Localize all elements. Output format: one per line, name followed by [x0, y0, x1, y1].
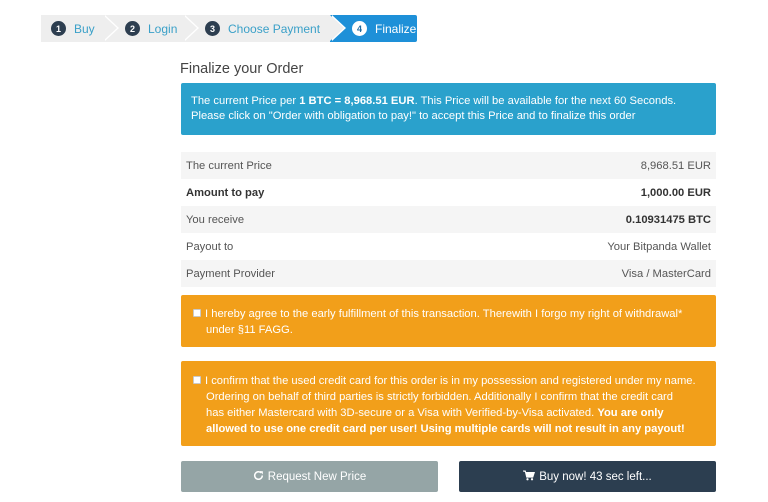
step-label: Finalize: [375, 21, 417, 36]
buy-now-button[interactable]: Buy now! 43 sec left...: [459, 461, 716, 492]
summary-label: Payout to: [186, 240, 234, 253]
withdrawal-agreement-box: I hereby agree to the early fulfillment …: [181, 295, 716, 347]
price-info-line2: Please click on "Order with obligation t…: [191, 110, 636, 122]
credit-card-confirmation-box: I confirm that the used credit card for …: [181, 361, 716, 446]
step-choose-payment[interactable]: 3 Choose Payment: [183, 15, 346, 42]
credit-card-confirmation-checkbox[interactable]: [193, 376, 201, 385]
summary-label: Payment Provider: [186, 267, 275, 280]
agreement-text-line: Ordering on behalf of third parties is s…: [206, 391, 673, 403]
order-summary-table: The current Price 8,968.51 EUR Amount to…: [181, 152, 716, 287]
summary-value: Visa / MasterCard: [621, 267, 711, 280]
summary-value: 0.10931475 BTC: [625, 213, 711, 226]
summary-row-payment-provider: Payment Provider Visa / MasterCard: [181, 260, 716, 287]
summary-label: Amount to pay: [186, 186, 265, 199]
price-info-box: The current Price per 1 BTC = 8,968.51 E…: [181, 83, 716, 135]
price-info-line1: The current Price per 1 BTC = 8,968.51 E…: [191, 95, 677, 107]
summary-row-amount-to-pay: Amount to pay 1,000.00 EUR: [181, 179, 716, 206]
step-number: 2: [125, 21, 140, 36]
summary-value: 8,968.51 EUR: [640, 159, 711, 172]
summary-label: You receive: [186, 213, 245, 226]
agreement-text-line: allowed to use one credit card per user!…: [206, 423, 685, 435]
step-label: Login: [148, 21, 178, 36]
agreement-text-line: I confirm that the used credit card for …: [205, 375, 696, 387]
checkout-steps: 1 Buy 2 Login 3 Choose Payment 4 Finaliz…: [41, 15, 417, 42]
agreement-text-line: I hereby agree to the early fulfillment …: [205, 308, 683, 320]
withdrawal-agreement-checkbox[interactable]: [193, 309, 201, 318]
shopping-cart-icon: [523, 469, 536, 484]
agreement-text-line: under §11 FAGG.: [206, 324, 293, 336]
page-title: Finalize your Order: [180, 61, 304, 77]
current-price-highlight: 1 BTC = 8,968.51 EUR: [299, 95, 415, 107]
summary-row-payout-to: Payout to Your Bitpanda Wallet: [181, 233, 716, 260]
refresh-icon: [253, 470, 264, 484]
summary-value: Your Bitpanda Wallet: [607, 240, 711, 253]
summary-row-you-receive: You receive 0.10931475 BTC: [181, 206, 716, 233]
step-label: Buy: [74, 21, 95, 36]
step-label: Choose Payment: [228, 21, 321, 36]
summary-row-current-price: The current Price 8,968.51 EUR: [181, 152, 716, 179]
step-number: 4: [352, 21, 367, 36]
agreement-text-line: has either Mastercard with 3D-secure or …: [206, 407, 664, 419]
summary-label: The current Price: [186, 159, 272, 172]
step-number: 1: [51, 21, 66, 36]
buy-now-label: Buy now! 43 sec left...: [539, 470, 652, 483]
step-number: 3: [205, 21, 220, 36]
step-buy[interactable]: 1 Buy: [41, 15, 119, 42]
request-new-price-button[interactable]: Request New Price: [181, 461, 438, 492]
request-new-price-label: Request New Price: [267, 470, 367, 483]
summary-value: 1,000.00 EUR: [640, 186, 711, 199]
